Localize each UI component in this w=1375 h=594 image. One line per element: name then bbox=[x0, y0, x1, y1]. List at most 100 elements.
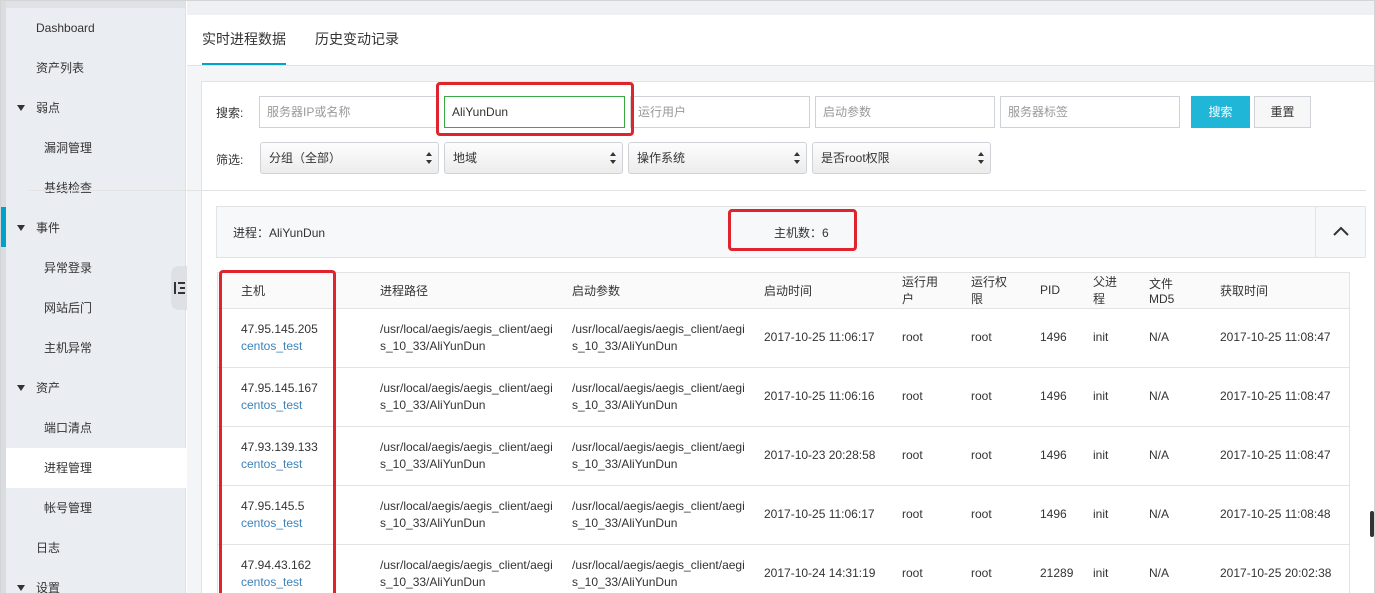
run-privilege: root bbox=[971, 389, 992, 403]
caret-down-icon bbox=[17, 105, 25, 111]
select-arrows-icon bbox=[794, 152, 800, 166]
sidebar-item-13[interactable]: 日志 bbox=[6, 528, 186, 568]
search-button[interactable]: 搜索 bbox=[1191, 96, 1250, 128]
caret-down-icon bbox=[17, 225, 25, 231]
sidebar-item-label: Dashboard bbox=[36, 21, 95, 35]
table-cell: root bbox=[948, 544, 1017, 593]
host-name-link[interactable]: centos_test bbox=[241, 515, 357, 532]
start-time: 2017-10-23 20:28:58 bbox=[764, 448, 876, 462]
host-name-link[interactable]: centos_test bbox=[241, 574, 357, 591]
app-window: Dashboard 资产列表 弱点 漏洞管理基线检查事件 异常登录网站后门主机异常资产端… bbox=[0, 0, 1375, 594]
table-cell: /usr/local/aegis/aegis_client/aegi s_10_3… bbox=[549, 485, 745, 545]
scrollbar-thumb[interactable] bbox=[1370, 511, 1374, 537]
sidebar-item-5[interactable]: 事件 bbox=[6, 208, 186, 248]
sidebar-item-8[interactable]: 主机异常 bbox=[6, 328, 186, 368]
sidebar-item-label: 设置 bbox=[36, 581, 61, 594]
start-args-input[interactable] bbox=[815, 96, 995, 128]
host-count-text: 主机数：6 bbox=[774, 226, 829, 240]
reset-button[interactable]: 重置 bbox=[1254, 96, 1311, 128]
table-cell: root bbox=[879, 367, 948, 427]
tab-history[interactable]: 历史变动记录 bbox=[315, 15, 399, 65]
table-cell: init bbox=[1070, 367, 1126, 427]
filter-label: 筛选: bbox=[216, 153, 244, 167]
root-select-value: 是否root权限 bbox=[821, 151, 890, 165]
sidebar-item-7[interactable]: 网站后门 bbox=[6, 288, 186, 328]
sidebar-item-label: 日志 bbox=[36, 541, 61, 555]
caret-down-icon bbox=[17, 585, 25, 591]
sidebar-item-4[interactable]: 基线检查 bbox=[6, 168, 186, 208]
fetch-time: 2017-10-25 11:08:48 bbox=[1220, 507, 1331, 521]
sidebar-item-label: 网站后门 bbox=[44, 301, 93, 315]
sidebar-item-6[interactable]: 异常登录 bbox=[6, 248, 186, 288]
column-header: 文件MD5 bbox=[1126, 273, 1197, 309]
sidebar-item-12[interactable]: 帐号管理 bbox=[6, 488, 186, 528]
sidebar-collapse-handle[interactable] bbox=[171, 266, 187, 310]
fetch-time: 2017-10-25 20:02:38 bbox=[1220, 566, 1332, 580]
table-cell: 2017-10-25 11:06:17 bbox=[741, 308, 879, 368]
host-name-link[interactable]: centos_test bbox=[241, 397, 357, 414]
process-path: /usr/local/aegis/aegis_client/aegi bbox=[380, 439, 553, 454]
file-md5: N/A bbox=[1149, 330, 1170, 344]
sidebar-item-label: 基线检查 bbox=[44, 181, 93, 195]
table-cell: 2017-10-25 20:02:38 bbox=[1197, 544, 1349, 593]
table-cell: 2017-10-25 11:06:17 bbox=[741, 485, 879, 545]
sidebar-item-label: 资产 bbox=[36, 381, 61, 395]
sidebar-item-2[interactable]: 弱点 bbox=[6, 88, 186, 128]
column-header: 启动时间 bbox=[741, 273, 879, 309]
fetch-time: 2017-10-25 11:08:47 bbox=[1220, 389, 1331, 403]
server-tag-input[interactable] bbox=[1000, 96, 1180, 128]
sidebar-item-1[interactable]: 资产列表 bbox=[6, 48, 186, 88]
start-args: /usr/local/aegis/aegis_client/aegi bbox=[572, 439, 745, 454]
tab-realtime[interactable]: 实时进程数据 bbox=[202, 15, 286, 65]
sidebar: Dashboard 资产列表 弱点 漏洞管理基线检查事件 异常登录网站后门主机异常资产端… bbox=[1, 1, 187, 594]
table-cell: init bbox=[1070, 485, 1126, 545]
sidebar-item-10[interactable]: 端口清点 bbox=[6, 408, 186, 448]
group-select[interactable]: 分组（全部） bbox=[260, 142, 439, 174]
process-name-input[interactable] bbox=[444, 96, 625, 128]
run-user: root bbox=[902, 330, 923, 344]
start-args: s_10_33/AliYunDun bbox=[572, 515, 678, 530]
host-name-link[interactable]: centos_test bbox=[241, 338, 357, 355]
region-select[interactable]: 地域 bbox=[444, 142, 623, 174]
pid: 1496 bbox=[1040, 507, 1067, 521]
start-time: 2017-10-25 11:06:16 bbox=[764, 389, 875, 403]
sidebar-item-0[interactable]: Dashboard bbox=[6, 8, 186, 48]
table-cell: 1496 bbox=[1017, 308, 1070, 368]
column-header: 运行用户 bbox=[879, 273, 948, 309]
sidebar-item-9[interactable]: 资产 bbox=[6, 368, 186, 408]
pid: 1496 bbox=[1040, 330, 1067, 344]
run-privilege: root bbox=[971, 507, 992, 521]
server-ip-input[interactable] bbox=[259, 96, 437, 128]
table-cell: root bbox=[948, 367, 1017, 427]
run-user: root bbox=[902, 507, 923, 521]
process-path: s_10_33/AliYunDun bbox=[380, 338, 486, 353]
start-args: s_10_33/AliYunDun bbox=[572, 456, 678, 471]
table-cell: init bbox=[1070, 308, 1126, 368]
root-select[interactable]: 是否root权限 bbox=[812, 142, 991, 174]
start-args: /usr/local/aegis/aegis_client/aegi bbox=[572, 557, 745, 572]
table-cell: 2017-10-25 11:08:47 bbox=[1197, 308, 1349, 368]
process-name-text: 进程：AliYunDun bbox=[233, 226, 326, 240]
host-name-link[interactable]: centos_test bbox=[241, 456, 357, 473]
parent-process: init bbox=[1093, 448, 1109, 462]
column-header: 运行权限 bbox=[948, 273, 1017, 309]
table-cell: 47.95.145.5 centos_test bbox=[218, 485, 357, 545]
process-collapse-button[interactable] bbox=[1315, 207, 1365, 257]
table-cell: /usr/local/aegis/aegis_client/aegi s_10_3… bbox=[549, 367, 745, 427]
table-cell: 47.95.145.205 centos_test bbox=[218, 308, 357, 368]
table-header-row: 主机 进程路径 启动参数 启动时间 运行用户 运行权限 PID 父进程 文件MD5 获取时间 bbox=[218, 273, 1349, 309]
table-cell: init bbox=[1070, 544, 1126, 593]
sidebar-item-11[interactable]: 进程管理 bbox=[6, 448, 186, 488]
start-time: 2017-10-25 11:06:17 bbox=[764, 507, 875, 521]
sidebar-item-14[interactable]: 设置 bbox=[6, 568, 186, 594]
pid: 21289 bbox=[1040, 566, 1074, 580]
column-header: PID bbox=[1017, 273, 1070, 309]
table-row: 47.95.145.167 centos_test/usr/local/aegis… bbox=[218, 367, 1349, 427]
host-ip: 47.94.43.162 bbox=[241, 557, 312, 572]
os-select[interactable]: 操作系统 bbox=[628, 142, 807, 174]
sidebar-item-3[interactable]: 漏洞管理 bbox=[6, 128, 186, 168]
run-user-input[interactable] bbox=[630, 96, 810, 128]
column-header: 进程路径 bbox=[357, 273, 549, 309]
process-group-header: 进程：AliYunDun 主机数：6 bbox=[216, 206, 1366, 258]
fetch-time: 2017-10-25 11:08:47 bbox=[1220, 330, 1331, 344]
